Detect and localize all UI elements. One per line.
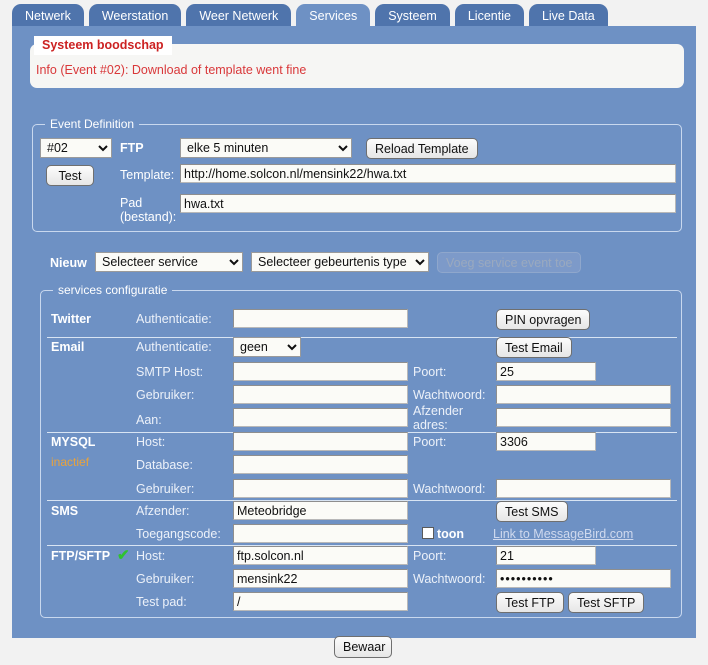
sms-show-checkbox[interactable]: [422, 527, 434, 539]
page-root: Netwerk Weerstation Weer Netwerk Service…: [0, 0, 708, 665]
test-sftp-button[interactable]: Test SFTP: [568, 592, 645, 613]
event-definition-legend: Event Definition: [45, 117, 140, 131]
service-name-email: Email: [51, 340, 85, 354]
ftp-testpath-label: Test pad:: [136, 595, 187, 609]
mysql-user-label: Gebruiker:: [136, 482, 195, 496]
template-input[interactable]: [180, 164, 676, 183]
tab-live-data[interactable]: Live Data: [528, 4, 608, 28]
save-button[interactable]: Bewaar: [334, 636, 392, 658]
new-row-label: Nieuw: [50, 256, 87, 270]
email-port-label: Poort:: [413, 365, 447, 379]
ftp-user-label: Gebruiker:: [136, 572, 195, 586]
tab-label: Systeem: [388, 9, 437, 23]
mysql-user-input[interactable]: [233, 479, 408, 498]
mysql-port-input[interactable]: [496, 432, 596, 451]
system-message-text: Info (Event #02): Download of template w…: [36, 63, 307, 77]
tab-label: Netwerk: [25, 9, 71, 23]
test-ftp-button[interactable]: Test FTP: [496, 592, 565, 613]
email-sender-label-line1: Afzender: [413, 404, 464, 418]
mysql-password-label: Wachtwoord:: [413, 482, 486, 496]
tab-label: Services: [309, 9, 358, 23]
reload-template-button[interactable]: Reload Template: [366, 138, 478, 159]
mysql-port-label: Poort:: [413, 435, 447, 449]
test-email-button[interactable]: Test Email: [496, 337, 572, 358]
new-service-select[interactable]: Selecteer service: [95, 252, 243, 272]
email-to-input[interactable]: [233, 408, 408, 427]
ftp-password-input[interactable]: [496, 569, 671, 588]
messagebird-link[interactable]: Link to MessageBird.com: [493, 527, 633, 541]
email-user-input[interactable]: [233, 385, 408, 404]
ftp-host-label: Host:: [136, 549, 166, 563]
services-panel: Systeem boodschap Info (Event #02): Down…: [12, 26, 696, 658]
services-config-fieldset: services configuratie Twitter Authentica…: [40, 283, 682, 618]
tab-licentie[interactable]: Licentie: [454, 4, 524, 28]
services-config-legend: services configuratie: [53, 283, 173, 297]
service-name-sms: SMS: [51, 504, 79, 518]
ftp-port-input[interactable]: [496, 546, 596, 565]
sms-sender-label: Afzender:: [136, 504, 190, 518]
ftp-port-label: Poort:: [413, 549, 447, 563]
new-event-type-select[interactable]: Selecteer gebeurtenis type: [251, 252, 429, 272]
sms-show-label: toon: [437, 527, 465, 541]
event-test-button[interactable]: Test: [46, 165, 94, 186]
email-password-input[interactable]: [496, 385, 671, 404]
test-sms-button[interactable]: Test SMS: [496, 501, 568, 522]
event-service-type-label: FTP: [120, 141, 144, 155]
service-name-ftp: FTP/SFTP: [51, 549, 111, 563]
tab-weer-netwerk[interactable]: Weer Netwerk: [186, 4, 292, 28]
event-number-select[interactable]: #02: [40, 138, 112, 158]
sms-accesscode-label: Toegangscode:: [136, 527, 221, 541]
tab-label: Weerstation: [101, 9, 169, 23]
email-smtp-input[interactable]: [233, 362, 408, 381]
ftp-testpath-input[interactable]: [233, 592, 408, 611]
tab-netwerk[interactable]: Netwerk: [12, 4, 84, 28]
service-name-mysql: MYSQL: [51, 435, 96, 449]
email-auth-select[interactable]: geen: [233, 337, 301, 357]
email-sender-label-line2: adres:: [413, 418, 448, 432]
tab-weerstation[interactable]: Weerstation: [88, 4, 182, 28]
email-to-label: Aan:: [136, 413, 162, 427]
mysql-status-badge: inactief: [51, 455, 90, 469]
template-label: Template:: [120, 168, 175, 182]
email-user-label: Gebruiker:: [136, 388, 195, 402]
tab-label: Licentie: [467, 9, 511, 23]
sms-sender-input[interactable]: [233, 501, 408, 520]
ftp-host-input[interactable]: [233, 546, 408, 565]
mysql-host-input[interactable]: [233, 432, 408, 451]
twitter-auth-label: Authenticatie:: [136, 312, 212, 326]
ftp-user-input[interactable]: [233, 569, 408, 588]
mysql-password-input[interactable]: [496, 479, 671, 498]
service-name-twitter: Twitter: [51, 312, 92, 326]
email-smtp-label: SMTP Host:: [136, 365, 204, 379]
tab-services[interactable]: Services: [296, 4, 371, 28]
twitter-auth-input[interactable]: [233, 309, 408, 328]
event-interval-select[interactable]: elke 5 minuten: [180, 138, 352, 158]
row-separator: [47, 337, 677, 338]
mysql-host-label: Host:: [136, 435, 166, 449]
email-sender-input[interactable]: [496, 408, 671, 427]
mysql-database-input[interactable]: [233, 455, 408, 474]
pin-opvragen-button[interactable]: PIN opvragen: [496, 309, 591, 330]
check-icon: ✔: [117, 547, 130, 564]
system-message-legend: Systeem boodschap: [34, 36, 172, 55]
tab-label: Live Data: [541, 9, 595, 23]
mysql-database-label: Database:: [136, 458, 193, 472]
path-label-line2: (bestand):: [120, 210, 177, 224]
email-auth-label: Authenticatie:: [136, 340, 212, 354]
ftp-password-label: Wachtwoord:: [413, 572, 486, 586]
sms-accesscode-input[interactable]: [233, 524, 408, 543]
path-input[interactable]: [180, 194, 676, 213]
add-service-event-button[interactable]: Voeg service event toe: [437, 252, 582, 273]
path-label-line1: Pad: [120, 196, 143, 210]
tab-strip: Netwerk Weerstation Weer Netwerk Service…: [0, 0, 708, 28]
email-password-label: Wachtwoord:: [413, 388, 486, 402]
email-port-input[interactable]: [496, 362, 596, 381]
tab-systeem[interactable]: Systeem: [375, 4, 450, 28]
tab-label: Weer Netwerk: [199, 9, 279, 23]
